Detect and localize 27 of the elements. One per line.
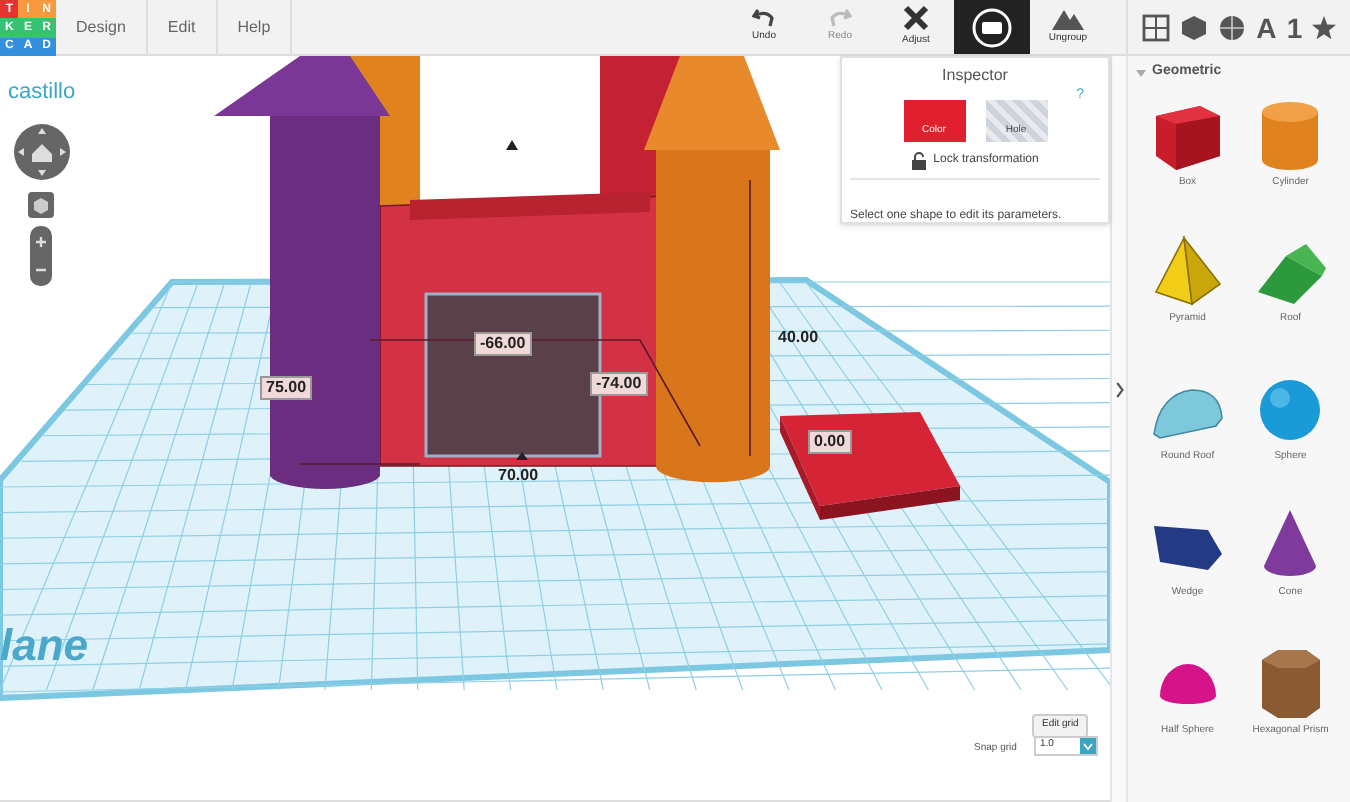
lock-icon[interactable]: [911, 152, 926, 170]
dimension-label[interactable]: 75.00: [260, 376, 313, 400]
group-icon: [970, 5, 1014, 49]
undo-icon: [752, 8, 776, 29]
cube-icon[interactable]: [1179, 13, 1208, 41]
dropdown-icon: [1080, 738, 1096, 754]
pan-control-icon[interactable]: [12, 122, 72, 182]
mountains-icon: [1052, 7, 1084, 30]
menu-item[interactable]: Edit: [147, 0, 218, 54]
view-tab[interactable]: A: [1256, 13, 1277, 41]
zoom-control-icon[interactable]: [30, 226, 52, 286]
inspector-title: Inspector: [942, 64, 1008, 88]
dimension-label[interactable]: -74.00: [590, 372, 648, 396]
star-icon[interactable]: [1312, 15, 1337, 39]
dimension-label[interactable]: 70.00: [496, 468, 541, 484]
sphere-icon[interactable]: [1217, 13, 1246, 41]
view-cube-icon[interactable]: [28, 192, 54, 218]
dimension-label[interactable]: 40.00: [776, 330, 821, 346]
menu-item[interactable]: Help: [217, 0, 293, 54]
grid-icon[interactable]: [1141, 13, 1170, 41]
dimension-label[interactable]: -66.00: [474, 332, 532, 356]
toolbar-button[interactable]: [954, 0, 1030, 54]
redo-icon: [828, 8, 852, 29]
cross-tools-icon: [902, 4, 930, 33]
dimension-label[interactable]: 0.00: [808, 430, 852, 454]
view-tab[interactable]: 1: [1286, 13, 1303, 41]
menu-item[interactable]: Design: [56, 0, 148, 54]
